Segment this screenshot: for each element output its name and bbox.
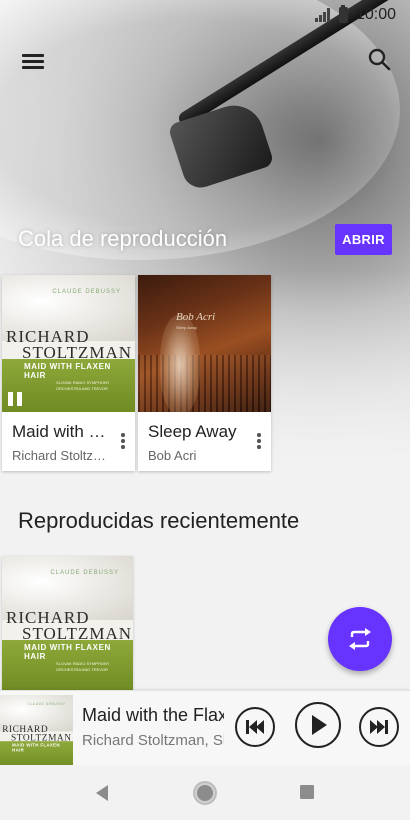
card-title: Maid with the Flaxen Hair [12, 422, 110, 441]
cover-subtitle: MAID WITH FLAXEN HAIR [24, 643, 111, 661]
player-artist: Richard Stoltzman, Slovak Radio Symphony… [82, 732, 224, 749]
shuffle-repeat-button[interactable] [328, 607, 392, 671]
skip-next-icon [370, 720, 388, 734]
cover-subtitle: MAID WITH FLAXEN HAIR [24, 362, 111, 380]
skip-previous-button[interactable] [235, 707, 275, 747]
shuffle-repeat-icon [349, 628, 371, 650]
cover-credits: SLOVAK RADIO SYMPHONY ORCHESTRA AND TREV… [56, 661, 110, 672]
system-nav-bar [0, 765, 410, 820]
pause-icon [8, 392, 24, 406]
queue-card[interactable]: CLAUDE DEBUSSY RICHARD STOLTZMAN MAID WI… [2, 275, 135, 471]
app-bar [0, 40, 410, 80]
cover-credits: SLOVAK RADIO SYMPHONY ORCHESTRA AND TREV… [56, 380, 110, 391]
more-options-icon[interactable] [115, 431, 131, 451]
recent-album-art[interactable]: CLAUDE DEBUSSY RICHARD STOLTZMAN MAID WI… [2, 556, 133, 690]
card-artist: Richard Stoltzman [12, 448, 110, 463]
cover-name: Bob Acri [176, 311, 216, 323]
signal-icon [314, 8, 331, 22]
recent-title: Reproducidas recientemente [18, 508, 300, 533]
cover-composer: CLAUDE DEBUSSY [27, 702, 66, 706]
card-artist: Bob Acri [148, 448, 197, 463]
clock: 10:00 [355, 6, 396, 23]
skip-next-button[interactable] [359, 707, 399, 747]
skip-previous-icon [246, 720, 264, 734]
play-button[interactable] [295, 702, 341, 748]
card-title: Sleep Away [148, 422, 237, 441]
play-icon [312, 715, 327, 735]
back-icon[interactable] [93, 784, 111, 802]
cover-subtitle: MAID WITH FLAXEN HAIR [12, 742, 60, 753]
more-options-icon[interactable] [251, 431, 267, 451]
cover-composer: CLAUDE DEBUSSY [52, 289, 121, 295]
album-art: Bob Acri Sleep Away [138, 275, 271, 412]
menu-icon[interactable] [18, 46, 48, 74]
queue-title: Cola de reproducción [18, 226, 228, 251]
player-title: Maid with the Flaxen Hair [82, 705, 224, 725]
recent-apps-icon[interactable] [300, 785, 314, 799]
queue-card[interactable]: Bob Acri Sleep Away Sleep Away Bob Acri [138, 275, 271, 471]
player-album-art: CLAUDE DEBUSSY RICHARD STOLTZMAN MAID WI… [0, 695, 73, 766]
home-icon[interactable] [193, 781, 217, 805]
cover-composer: CLAUDE DEBUSSY [50, 570, 119, 576]
mini-player[interactable]: CLAUDE DEBUSSY RICHARD STOLTZMAN MAID WI… [0, 690, 410, 766]
battery-icon [338, 5, 348, 23]
cover-credits: Sleep Away [176, 325, 197, 330]
status-bar: 10:00 [0, 0, 410, 30]
album-art: CLAUDE DEBUSSY RICHARD STOLTZMAN MAID WI… [2, 275, 135, 412]
open-queue-button[interactable]: ABRIR [335, 224, 392, 255]
search-icon[interactable] [364, 44, 396, 76]
